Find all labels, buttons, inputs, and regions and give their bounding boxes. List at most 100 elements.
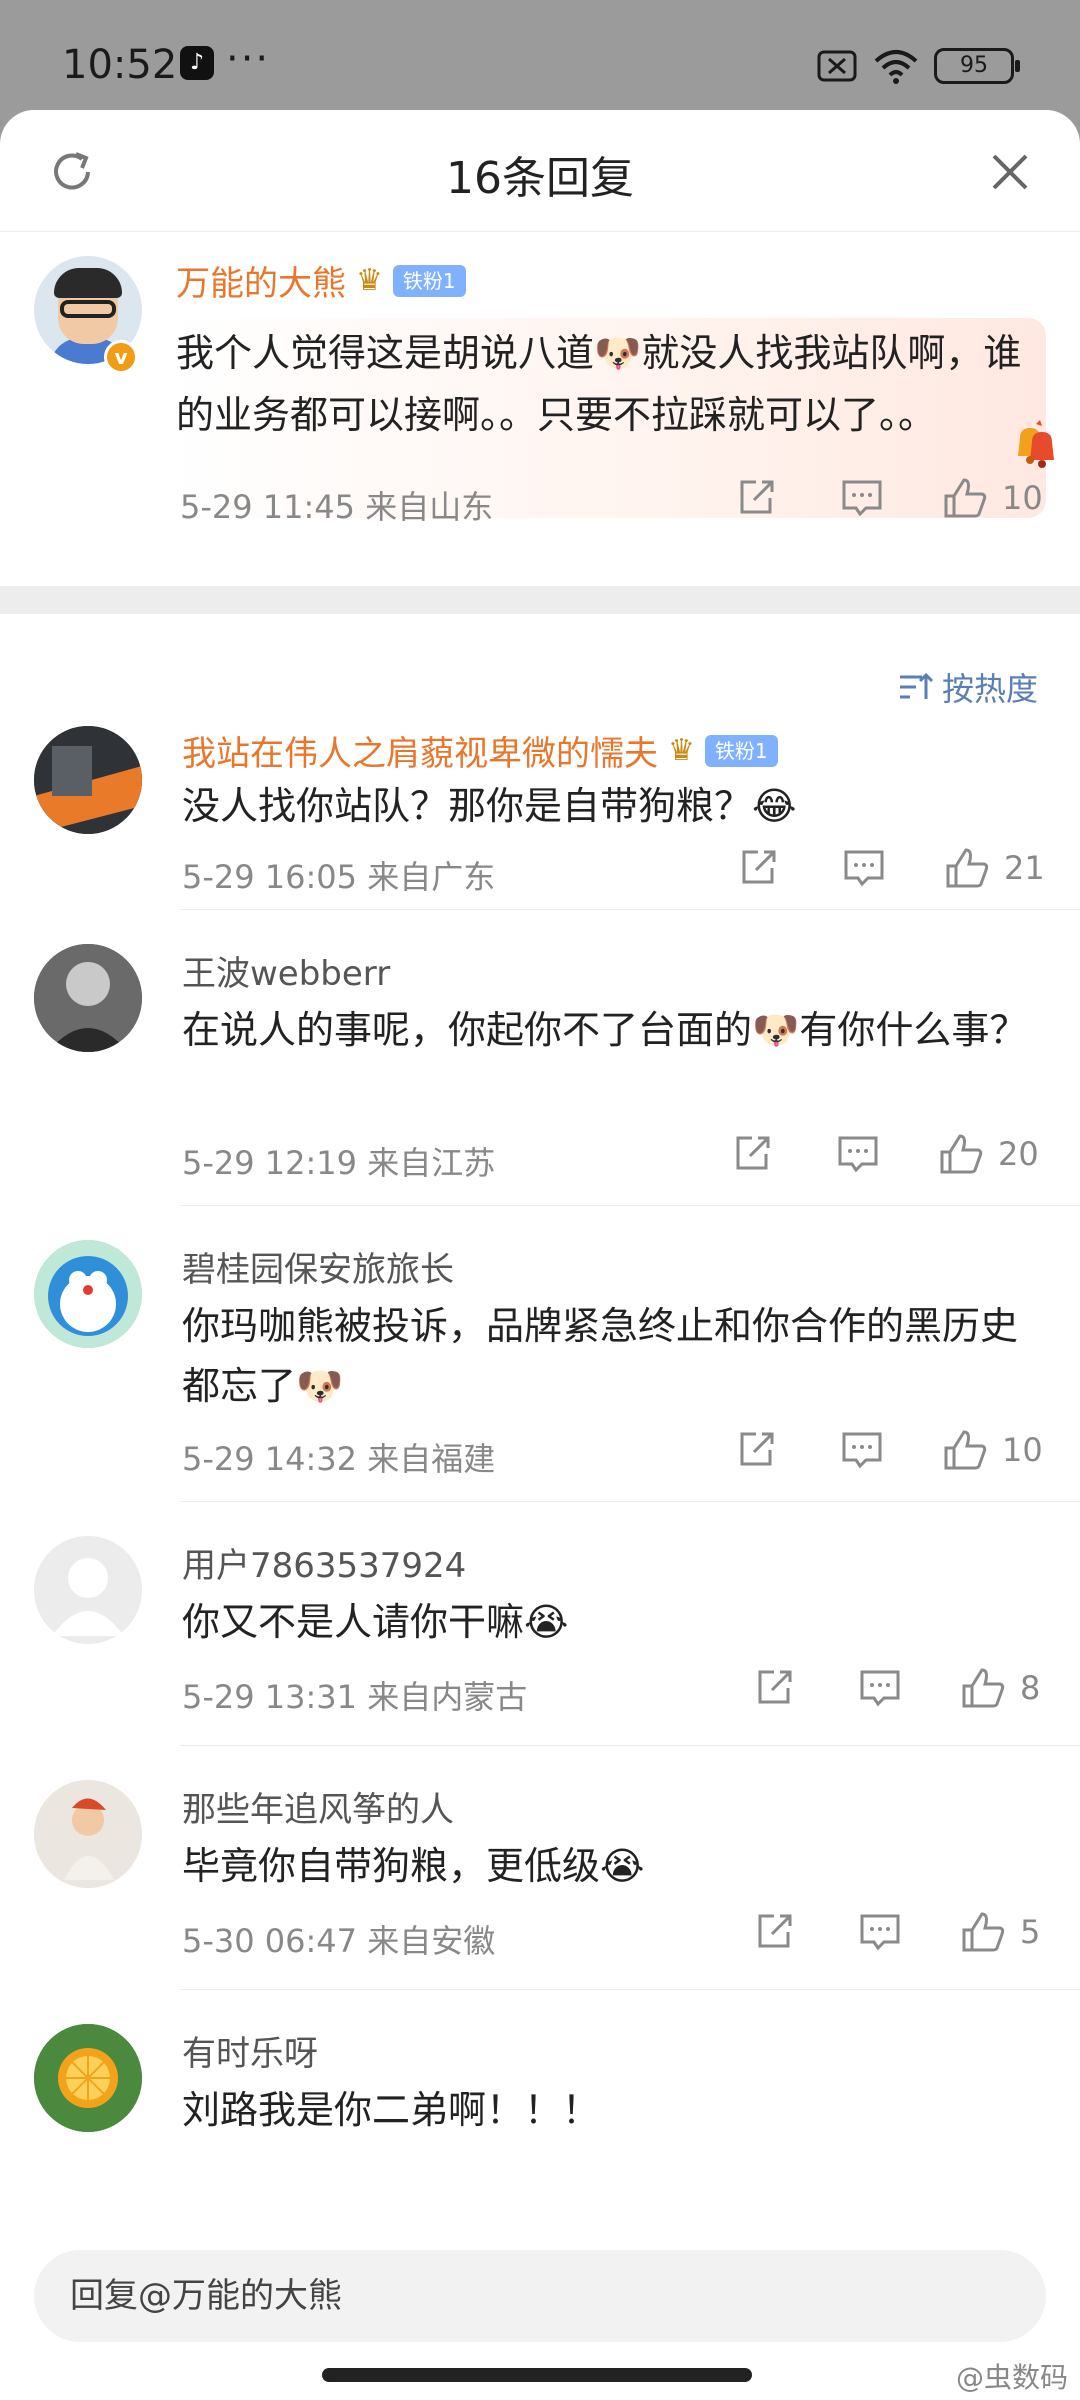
reply-username[interactable]: 那些年追风筝的人: [182, 1782, 454, 1831]
reply-text: 你玛咖熊被投诉，品牌紧急终止和你合作的黑历史都忘了🐶: [182, 1304, 1019, 1408]
share-button[interactable]: [730, 1132, 774, 1176]
like-button[interactable]: 5: [960, 1910, 1040, 1954]
share-icon: [740, 1432, 774, 1466]
reply-button[interactable]: [858, 1910, 902, 1954]
sort-icon: [899, 672, 934, 699]
reply-username[interactable]: 用户7863537924: [182, 1538, 466, 1587]
reply-input[interactable]: [70, 2250, 1010, 2342]
like-button[interactable]: 20: [938, 1132, 1039, 1176]
share-button[interactable]: [734, 1428, 778, 1472]
like-count: 20: [998, 1135, 1039, 1173]
like-button[interactable]: 8: [960, 1666, 1040, 1710]
reply-button[interactable]: [842, 846, 886, 890]
like-count: 5: [1020, 1913, 1041, 1951]
fan-level-badge: 铁粉1: [704, 734, 778, 767]
like-count: 10: [1002, 479, 1043, 517]
share-icon: [742, 850, 776, 884]
comment-text: 我个人觉得这是胡说八道🐶就没人找我站队啊，谁的业务都可以接啊。。只要不拉踩就可以…: [176, 331, 1022, 437]
comment-icon: [842, 1432, 882, 1469]
like-button[interactable]: 21: [944, 846, 1045, 890]
avatar[interactable]: [34, 944, 142, 1052]
comment-icon: [838, 1136, 878, 1173]
reply-text: 刘路我是你二弟啊！！！: [182, 2088, 601, 2132]
reply-button[interactable]: [840, 476, 884, 520]
comment-icon: [844, 850, 884, 887]
thumbs-up-icon: [944, 1430, 987, 1470]
thumbs-up-icon: [946, 848, 989, 888]
avatar[interactable]: [34, 1240, 142, 1348]
crown-icon: ♛: [668, 733, 695, 768]
home-indicator[interactable]: [322, 2368, 752, 2382]
comment-actions: 10: [734, 476, 1043, 520]
sort-row: 按热度: [0, 614, 1080, 722]
share-icon: [758, 1914, 792, 1948]
share-button[interactable]: [752, 1666, 796, 1710]
sort-by-hot-button[interactable]: 按热度: [898, 664, 1038, 710]
reply-username[interactable]: 有时乐呀: [182, 2026, 318, 2075]
like-count: 8: [1020, 1669, 1041, 1707]
close-icon[interactable]: [986, 148, 1034, 196]
verified-badge-icon: v: [104, 340, 138, 374]
reply-input-bar: [34, 2250, 1046, 2342]
reply-text: 在说人的事呢，你起你不了台面的🐶有你什么事？: [182, 1008, 1028, 1052]
reply-actions: 20: [730, 1132, 1039, 1176]
list-item: 碧桂园保安旅旅长 你玛咖熊被投诉，品牌紧急终止和你合作的黑历史都忘了🐶 5-29…: [34, 1206, 1080, 1502]
reply-username[interactable]: 我站在伟人之肩藐视卑微的懦夫: [182, 726, 658, 775]
original-comment: v 万能的大熊 ♛ 铁粉1 我个人觉得这是胡说八道🐶就没人找我站队啊，谁的业务都…: [0, 232, 1080, 586]
bells-decoration-icon: [1018, 420, 1054, 468]
reply-meta: 5-29 12:19 来自江苏: [182, 1144, 496, 1182]
status-time: 10:52: [62, 42, 178, 88]
battery-indicator: 95: [934, 48, 1020, 84]
sheet-title: 16条回复: [446, 153, 634, 204]
share-button[interactable]: [752, 1910, 796, 1954]
list-item: 用户7863537924 你又不是人请你干嘛😭 5-29 13:31 来自内蒙古…: [34, 1502, 1080, 1746]
like-button[interactable]: 10: [942, 476, 1043, 520]
thumbs-up-icon: [962, 1668, 1005, 1708]
share-button[interactable]: [736, 846, 780, 890]
reply-meta: 5-29 14:32 来自福建: [182, 1440, 496, 1478]
reply-actions: 21: [736, 846, 1045, 890]
comment-icon: [860, 1914, 900, 1951]
status-right-group: 95: [816, 46, 1020, 86]
replies-sheet: 16条回复 v 万能的大熊 ♛ 铁粉1 我个人觉得这是胡说八道🐶就没人找我站队啊…: [0, 110, 1080, 2400]
reply-button[interactable]: [836, 1132, 880, 1176]
reply-button[interactable]: [858, 1666, 902, 1710]
reply-username[interactable]: 碧桂园保安旅旅长: [182, 1242, 454, 1291]
watermark: @虫数码: [955, 2361, 1068, 2394]
reply-button[interactable]: [840, 1428, 884, 1472]
thumbs-up-icon: [940, 1134, 983, 1174]
avatar[interactable]: [34, 1780, 142, 1888]
fan-level-badge: 铁粉1: [392, 264, 466, 297]
share-button[interactable]: [734, 476, 778, 520]
reply-username[interactable]: 王波webberr: [182, 946, 390, 995]
reply-meta: 5-30 06:47 来自安徽: [182, 1922, 496, 1960]
status-bar: 10:52 ♪ ··· 95: [0, 0, 1080, 120]
reply-meta: 5-29 13:31 来自内蒙古: [182, 1678, 528, 1716]
avatar[interactable]: [34, 2024, 142, 2132]
reply-text: 没人找你站队？那你是自带狗粮？😂: [182, 784, 797, 828]
section-divider: [0, 586, 1080, 614]
wifi-icon: [874, 50, 918, 84]
reply-text: 毕竟你自带狗粮，更低级😭: [182, 1844, 645, 1888]
avatar[interactable]: [34, 1536, 142, 1644]
share-icon: [736, 1136, 770, 1170]
reply-actions: 8: [752, 1666, 1040, 1710]
thumbs-up-icon: [944, 478, 987, 518]
reply-actions: 5: [752, 1910, 1040, 1954]
sort-label: 按热度: [941, 670, 1038, 708]
list-item: 有时乐呀 刘路我是你二弟啊！！！: [34, 1990, 1080, 2140]
comment-icon: [860, 1670, 900, 1707]
avatar[interactable]: [34, 726, 142, 834]
thumbs-up-icon: [962, 1912, 1005, 1952]
list-item: 王波webberr 在说人的事呢，你起你不了台面的🐶有你什么事？ 5-29 12…: [34, 910, 1080, 1206]
crown-icon: ♛: [356, 263, 383, 298]
comment-meta: 5-29 11:45 来自山东: [180, 488, 494, 526]
like-button[interactable]: 10: [942, 1428, 1043, 1472]
list-item: 我站在伟人之肩藐视卑微的懦夫 ♛ 铁粉1 没人找你站队？那你是自带狗粮？😂 5-…: [34, 722, 1080, 910]
like-count: 21: [1004, 849, 1045, 887]
comment-username[interactable]: 万能的大熊: [176, 256, 346, 305]
more-notifications-icon: ···: [226, 36, 271, 82]
reply-actions: 10: [734, 1428, 1043, 1472]
sim-off-icon: [817, 50, 857, 82]
share-icon: [758, 1670, 792, 1704]
